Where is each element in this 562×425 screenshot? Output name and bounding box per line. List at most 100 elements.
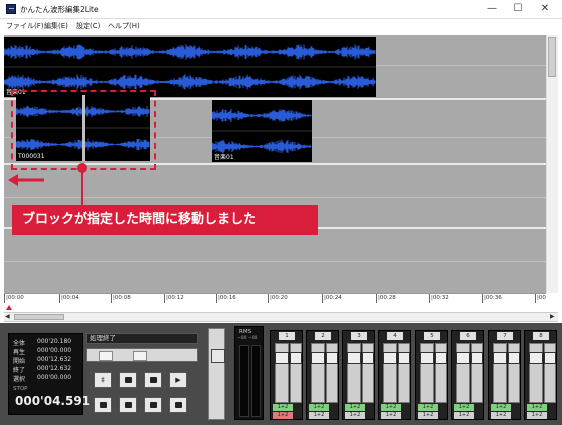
channel-fader-knob[interactable] xyxy=(420,352,434,364)
channel-strip[interactable]: 4 1+2 1+2 xyxy=(378,330,411,420)
channel-strip[interactable]: 1 1+2 1+2 xyxy=(270,330,303,420)
vertical-scroll-thumb[interactable] xyxy=(548,37,556,77)
channel-pan[interactable] xyxy=(508,343,520,403)
channel-fader[interactable] xyxy=(420,343,434,403)
channel-button-green[interactable]: 1+2 xyxy=(381,404,401,411)
ruler-tick: |00:16 xyxy=(216,294,236,303)
record-button[interactable]: ‡ xyxy=(94,372,112,388)
channel-button-green[interactable]: 1+2 xyxy=(273,404,293,411)
channel-button-green[interactable]: 1+2 xyxy=(454,404,474,411)
back-button[interactable] xyxy=(119,397,137,413)
master-fader-knob[interactable] xyxy=(211,349,225,363)
channel-fader-knob[interactable] xyxy=(529,352,543,364)
scroll-left-icon[interactable]: ◀ xyxy=(5,313,10,320)
vu-meter: RMS −00 −00 xyxy=(234,326,264,420)
channel-number: 8 xyxy=(533,332,549,340)
seek-handle[interactable] xyxy=(99,351,113,361)
time-value: 000'12.632 xyxy=(37,365,72,372)
channel-strip[interactable]: 8 1+2 1+2 xyxy=(524,330,557,420)
channel-strip[interactable]: 3 1+2 1+2 xyxy=(342,330,375,420)
channel-pan-knob[interactable] xyxy=(508,352,520,364)
channel-button[interactable]: 1+2 xyxy=(491,412,511,419)
channel-button-green[interactable]: 1+2 xyxy=(527,404,547,411)
channel-fader[interactable] xyxy=(529,343,543,403)
channel-button[interactable]: 1+2 xyxy=(527,412,547,419)
ruler-tick: |00 xyxy=(535,294,546,303)
channel-strip[interactable]: 6 1+2 1+2 xyxy=(451,330,484,420)
channel-pan-knob[interactable] xyxy=(435,352,447,364)
channel-button[interactable]: 1+2 xyxy=(345,412,365,419)
channel-pan-knob[interactable] xyxy=(398,352,410,364)
playhead-marker[interactable] xyxy=(6,305,12,310)
channel-button-green[interactable]: 1+2 xyxy=(309,404,329,411)
horizontal-scrollbar[interactable] xyxy=(4,312,558,322)
pause-button[interactable] xyxy=(144,372,162,388)
ruler-tick: |00:28 xyxy=(376,294,396,303)
menu-help[interactable]: ヘルプ(H) xyxy=(108,21,140,31)
channel-strip[interactable]: 7 1+2 1+2 xyxy=(488,330,521,420)
channel-fader-knob[interactable] xyxy=(383,352,397,364)
maximize-button[interactable]: ☐ xyxy=(508,1,528,17)
menu-edit[interactable]: 編集(E) xyxy=(44,21,68,31)
channel-pan-knob[interactable] xyxy=(544,352,556,364)
channel-button-green[interactable]: 1+2 xyxy=(491,404,511,411)
waveform xyxy=(4,44,376,90)
channel-button-green[interactable]: 1+2 xyxy=(345,404,365,411)
channel-strip[interactable]: 2 1+2 1+2 xyxy=(306,330,339,420)
channel-fader[interactable] xyxy=(347,343,361,403)
channel-pan[interactable] xyxy=(290,343,302,403)
channel-pan[interactable] xyxy=(544,343,556,403)
master-fader[interactable] xyxy=(208,328,225,420)
forward-button[interactable] xyxy=(144,397,162,413)
channel-pan[interactable] xyxy=(398,343,410,403)
channel-pan-knob[interactable] xyxy=(362,352,374,364)
channel-fader-knob[interactable] xyxy=(493,352,507,364)
channel-fader-knob[interactable] xyxy=(311,352,325,364)
channel-fader[interactable] xyxy=(275,343,289,403)
time-label: 開始 xyxy=(13,358,26,365)
audio-clip[interactable]: 音楽01 xyxy=(4,37,376,97)
menu-file[interactable]: ファイル(F) xyxy=(6,21,44,31)
channel-pan-knob[interactable] xyxy=(471,352,483,364)
channel-pan[interactable] xyxy=(471,343,483,403)
channel-button[interactable]: 1+2 xyxy=(381,412,401,419)
channel-number: 1 xyxy=(279,332,295,340)
current-time: 000'04.591 xyxy=(15,394,91,408)
channel-fader[interactable] xyxy=(493,343,507,403)
channel-button[interactable]: 1+2 xyxy=(418,412,438,419)
channel-pan[interactable] xyxy=(326,343,338,403)
channel-button[interactable]: 1+2 xyxy=(273,412,293,419)
clip-label: 音楽01 xyxy=(214,154,234,161)
seek-bar[interactable] xyxy=(86,348,198,362)
menu-settings[interactable]: 設定(C) xyxy=(76,21,100,31)
audio-clip[interactable]: 音楽01 xyxy=(212,100,312,162)
channel-pan[interactable] xyxy=(435,343,447,403)
channel-number: 7 xyxy=(497,332,513,340)
channel-pan-knob[interactable] xyxy=(290,352,302,364)
horizontal-scroll-thumb[interactable] xyxy=(14,314,64,320)
seek-handle[interactable] xyxy=(133,351,147,361)
scroll-right-icon[interactable]: ▶ xyxy=(550,313,555,320)
channel-pan[interactable] xyxy=(362,343,374,403)
channel-fader-knob[interactable] xyxy=(275,352,289,364)
channel-fader-knob[interactable] xyxy=(347,352,361,364)
channel-fader-knob[interactable] xyxy=(456,352,470,364)
fast-forward-button[interactable] xyxy=(169,397,187,413)
rewind-button[interactable] xyxy=(94,397,112,413)
channel-strip[interactable]: 5 1+2 1+2 xyxy=(415,330,448,420)
channel-fader[interactable] xyxy=(311,343,325,403)
stop-button[interactable] xyxy=(119,372,137,388)
channel-button[interactable]: 1+2 xyxy=(454,412,474,419)
channel-fader[interactable] xyxy=(383,343,397,403)
track-area[interactable]: 音楽01 T000031 音楽01 xyxy=(4,35,546,293)
channel-pan-knob[interactable] xyxy=(326,352,338,364)
time-value: 000'12.632 xyxy=(37,356,72,363)
close-button[interactable]: ✕ xyxy=(535,1,555,17)
channel-button[interactable]: 1+2 xyxy=(309,412,329,419)
window-title: かんたん波形編集2Lite xyxy=(20,5,99,14)
selection-highlight xyxy=(11,90,156,170)
channel-button-green[interactable]: 1+2 xyxy=(418,404,438,411)
play-button[interactable]: ▶ xyxy=(169,372,187,388)
channel-fader[interactable] xyxy=(456,343,470,403)
minimize-button[interactable]: — xyxy=(482,1,502,17)
